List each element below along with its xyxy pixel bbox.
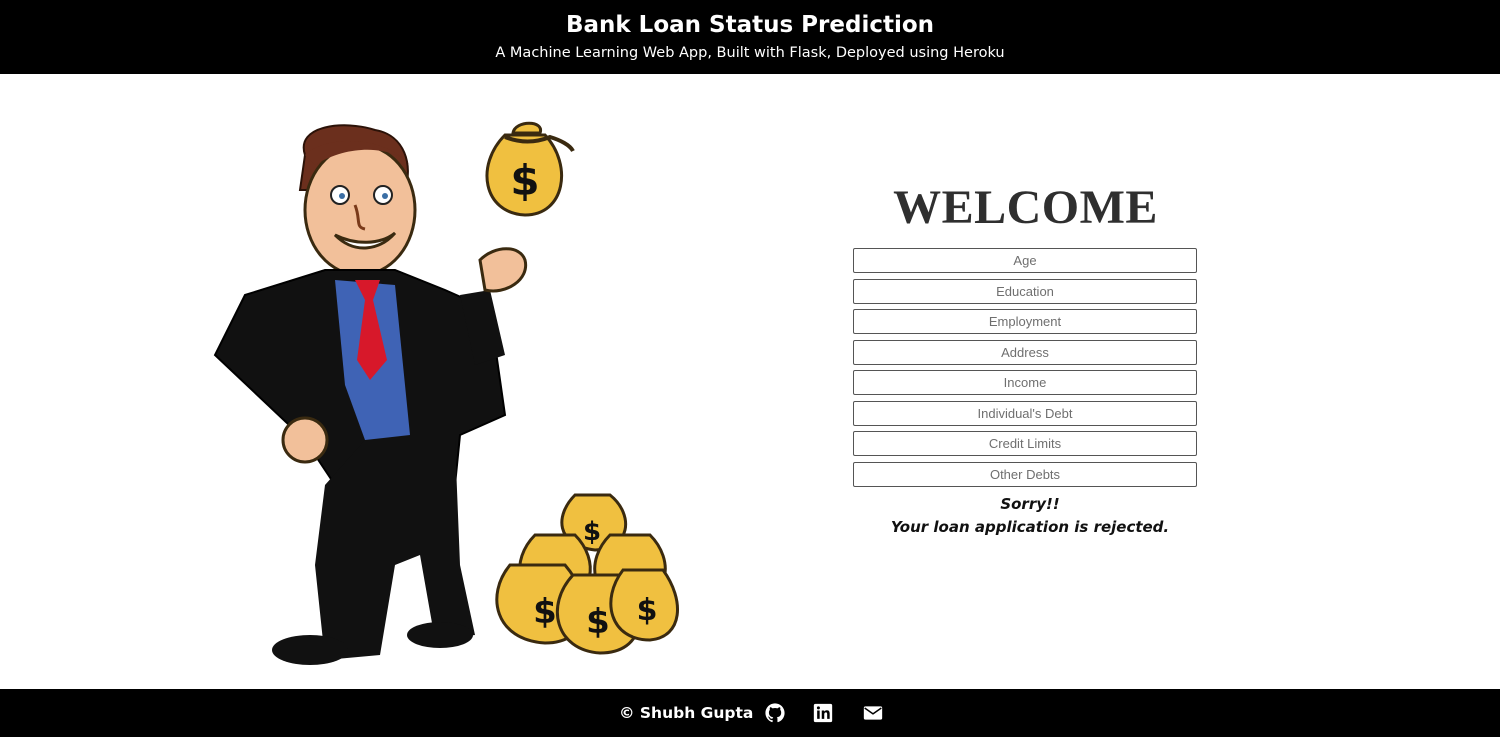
svg-text:$: $ [533, 592, 557, 632]
money-bag-icon: $ [485, 121, 575, 217]
copyright-text: © Shubh Gupta [619, 704, 754, 722]
footer-bar: © Shubh Gupta [0, 689, 1500, 737]
linkedin-icon[interactable] [813, 703, 833, 723]
app-title: Bank Loan Status Prediction [565, 12, 935, 38]
employment-field[interactable] [853, 309, 1197, 334]
header-bar: Bank Loan Status Prediction A Machine Le… [0, 0, 1500, 74]
app-subtitle: A Machine Learning Web App, Built with F… [495, 45, 1005, 61]
github-icon[interactable] [765, 703, 785, 723]
age-field[interactable] [853, 248, 1197, 273]
result-line-1: Sorry!! [1000, 495, 1060, 513]
other-debts-field[interactable] [853, 461, 1197, 487]
prediction-result: Sorry!! Your loan application is rejecte… [830, 493, 1230, 539]
welcome-heading: WELCOME [893, 181, 1158, 234]
banker-illustration: $ $ $ $ $ [213, 121, 679, 665]
individual-debt-field[interactable] [853, 400, 1197, 426]
result-line-2: Your loan application is rejected. [890, 518, 1170, 536]
banker-head [298, 124, 417, 277]
education-field[interactable] [853, 278, 1197, 304]
loan-form [853, 248, 1197, 492]
money-bags-stack-icon: $ $ $ $ [495, 493, 679, 655]
credit-limits-field[interactable] [853, 431, 1197, 456]
svg-text:$: $ [586, 602, 610, 642]
banker-body [213, 269, 507, 665]
svg-text:$: $ [637, 593, 658, 628]
address-field[interactable] [853, 339, 1197, 365]
svg-text:$: $ [583, 517, 601, 547]
email-icon[interactable] [862, 703, 884, 723]
svg-text:$: $ [510, 156, 539, 205]
income-field[interactable] [853, 370, 1197, 395]
